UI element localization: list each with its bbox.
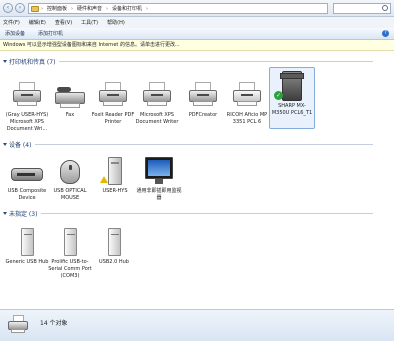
- collapse-arrow-icon: [3, 60, 7, 63]
- device-label: USB Composite Device: [7, 188, 47, 201]
- device-item-user-hys[interactable]: USER-HYS: [92, 156, 138, 195]
- search-icon: [382, 5, 388, 11]
- printer-icon: [183, 80, 223, 110]
- group-header-printers[interactable]: 打印机和传真 (7): [3, 57, 373, 66]
- fax-icon: [50, 80, 90, 110]
- device-item-usb2-hub[interactable]: USB2.0 Hub: [91, 227, 137, 266]
- printer-icon: [227, 80, 267, 110]
- info-bar[interactable]: Windows 可以显示增强型设备图标和来自 Internet 的信息。请单击进…: [0, 40, 394, 51]
- usb-hub-icon: [94, 227, 134, 257]
- address-bar[interactable]: › 控制面板 › 硬件和声音 › 设备和打印机 ›: [28, 3, 328, 14]
- breadcrumb-control-panel[interactable]: 控制面板: [47, 5, 67, 12]
- status-bar: 14 个对象: [0, 309, 394, 341]
- collapse-arrow-icon: [3, 143, 7, 146]
- printer-icon: [137, 80, 177, 110]
- add-printer-button[interactable]: 添加打印机: [38, 30, 63, 37]
- mouse-icon: [50, 156, 90, 186]
- warning-icon: [100, 176, 108, 183]
- item-count: 14 个对象: [40, 320, 68, 327]
- device-item-fax[interactable]: Fax: [47, 80, 93, 119]
- printer-icon: [6, 313, 32, 337]
- device-item-generic-usb-hub[interactable]: Generic USB Hub: [4, 227, 50, 266]
- menu-bar: 文件(F) 编辑(E) 查看(V) 工具(T) 帮助(H): [0, 17, 394, 28]
- group-header-devices[interactable]: 设备 (4): [3, 140, 373, 149]
- breadcrumb-separator-icon: ›: [41, 5, 43, 12]
- device-item-xps[interactable]: Microsoft XPS Document Writer: [134, 80, 180, 126]
- menu-file[interactable]: 文件(F): [3, 19, 20, 26]
- group-divider: [35, 144, 373, 145]
- add-device-button[interactable]: 添加设备: [5, 30, 25, 37]
- printer-icon: [93, 80, 133, 110]
- menu-help[interactable]: 帮助(H): [107, 19, 125, 26]
- collapse-arrow-icon: [3, 212, 7, 215]
- breadcrumb-hardware-sound[interactable]: 硬件和声音: [77, 5, 102, 12]
- device-label: Generic USB Hub: [5, 259, 49, 265]
- device-item-usb-composite[interactable]: USB Composite Device: [4, 156, 50, 202]
- group-title: 未指定 (3): [9, 211, 38, 218]
- address-toolbar: ‹ › › 控制面板 › 硬件和声音 › 设备和打印机 ›: [0, 0, 394, 17]
- device-label: 通用非即插即用监视器: [136, 188, 182, 201]
- monitor-icon: [139, 156, 179, 186]
- group-title: 设备 (4): [9, 142, 32, 149]
- device-label: Fax: [65, 112, 75, 118]
- device-label: PDFCreator: [188, 112, 218, 118]
- device-item-xps-gray[interactable]: (Gray USER-HYS) Microsoft XPS Document W…: [4, 80, 50, 133]
- copier-icon: ✓: [272, 71, 312, 101]
- help-icon[interactable]: ?: [382, 30, 389, 37]
- device-item-monitor[interactable]: 通用非即插即用监视器: [136, 156, 182, 202]
- device-label: RICOH Aficio MP 3351 PCL 6: [226, 112, 268, 125]
- device-label: Prolific USB-to-Serial Comm Port (COM3): [48, 259, 92, 279]
- device-label: USER-HYS: [102, 188, 128, 194]
- device-item-mouse[interactable]: USB OPTICAL MOUSE: [47, 156, 93, 202]
- menu-edit[interactable]: 编辑(E): [29, 19, 46, 26]
- device-label: Microsoft XPS Document Writer: [135, 112, 179, 125]
- usb-hub-icon: [7, 227, 47, 257]
- breadcrumb-devices-printers[interactable]: 设备和打印机: [112, 5, 142, 12]
- printer-icon: [7, 80, 47, 110]
- breadcrumb-separator-icon: ›: [71, 5, 74, 12]
- group-divider: [59, 61, 373, 62]
- device-label: SHARP MX-M350U PCL6_T1: [271, 103, 313, 116]
- back-button[interactable]: ‹: [3, 3, 13, 13]
- breadcrumb-separator-icon: ›: [106, 5, 109, 12]
- breadcrumb-separator-icon: ›: [146, 5, 149, 12]
- device-label: USB2.0 Hub: [99, 259, 129, 265]
- device-label: (Gray USER-HYS) Microsoft XPS Document W…: [5, 112, 49, 132]
- device-item-prolific[interactable]: Prolific USB-to-Serial Comm Port (COM3): [47, 227, 93, 280]
- device-label: USB OPTICAL MOUSE: [53, 188, 87, 201]
- group-title: 打印机和传真 (7): [9, 59, 56, 66]
- search-input[interactable]: [333, 3, 391, 14]
- control-panel-icon: [31, 6, 39, 12]
- group-header-unspecified[interactable]: 未指定 (3): [3, 209, 373, 218]
- device-label: Foxit Reader PDF Printer: [91, 112, 135, 125]
- usb-device-icon: [7, 156, 47, 186]
- usb-hub-icon: [50, 227, 90, 257]
- menu-tools[interactable]: 工具(T): [81, 19, 98, 26]
- menu-view[interactable]: 查看(V): [55, 19, 72, 26]
- device-item-foxit[interactable]: Foxit Reader PDF Printer: [90, 80, 136, 126]
- device-item-pdfcreator[interactable]: PDFCreator: [180, 80, 226, 119]
- command-bar: 添加设备 添加打印机 ?: [0, 28, 394, 40]
- forward-button[interactable]: ›: [15, 3, 25, 13]
- group-divider: [41, 213, 373, 214]
- device-item-ricoh[interactable]: RICOH Aficio MP 3351 PCL 6: [224, 80, 270, 126]
- default-check-icon: ✓: [274, 91, 283, 100]
- device-item-sharp[interactable]: ✓ SHARP MX-M350U PCL6_T1: [269, 67, 315, 129]
- computer-tower-icon: [95, 156, 135, 186]
